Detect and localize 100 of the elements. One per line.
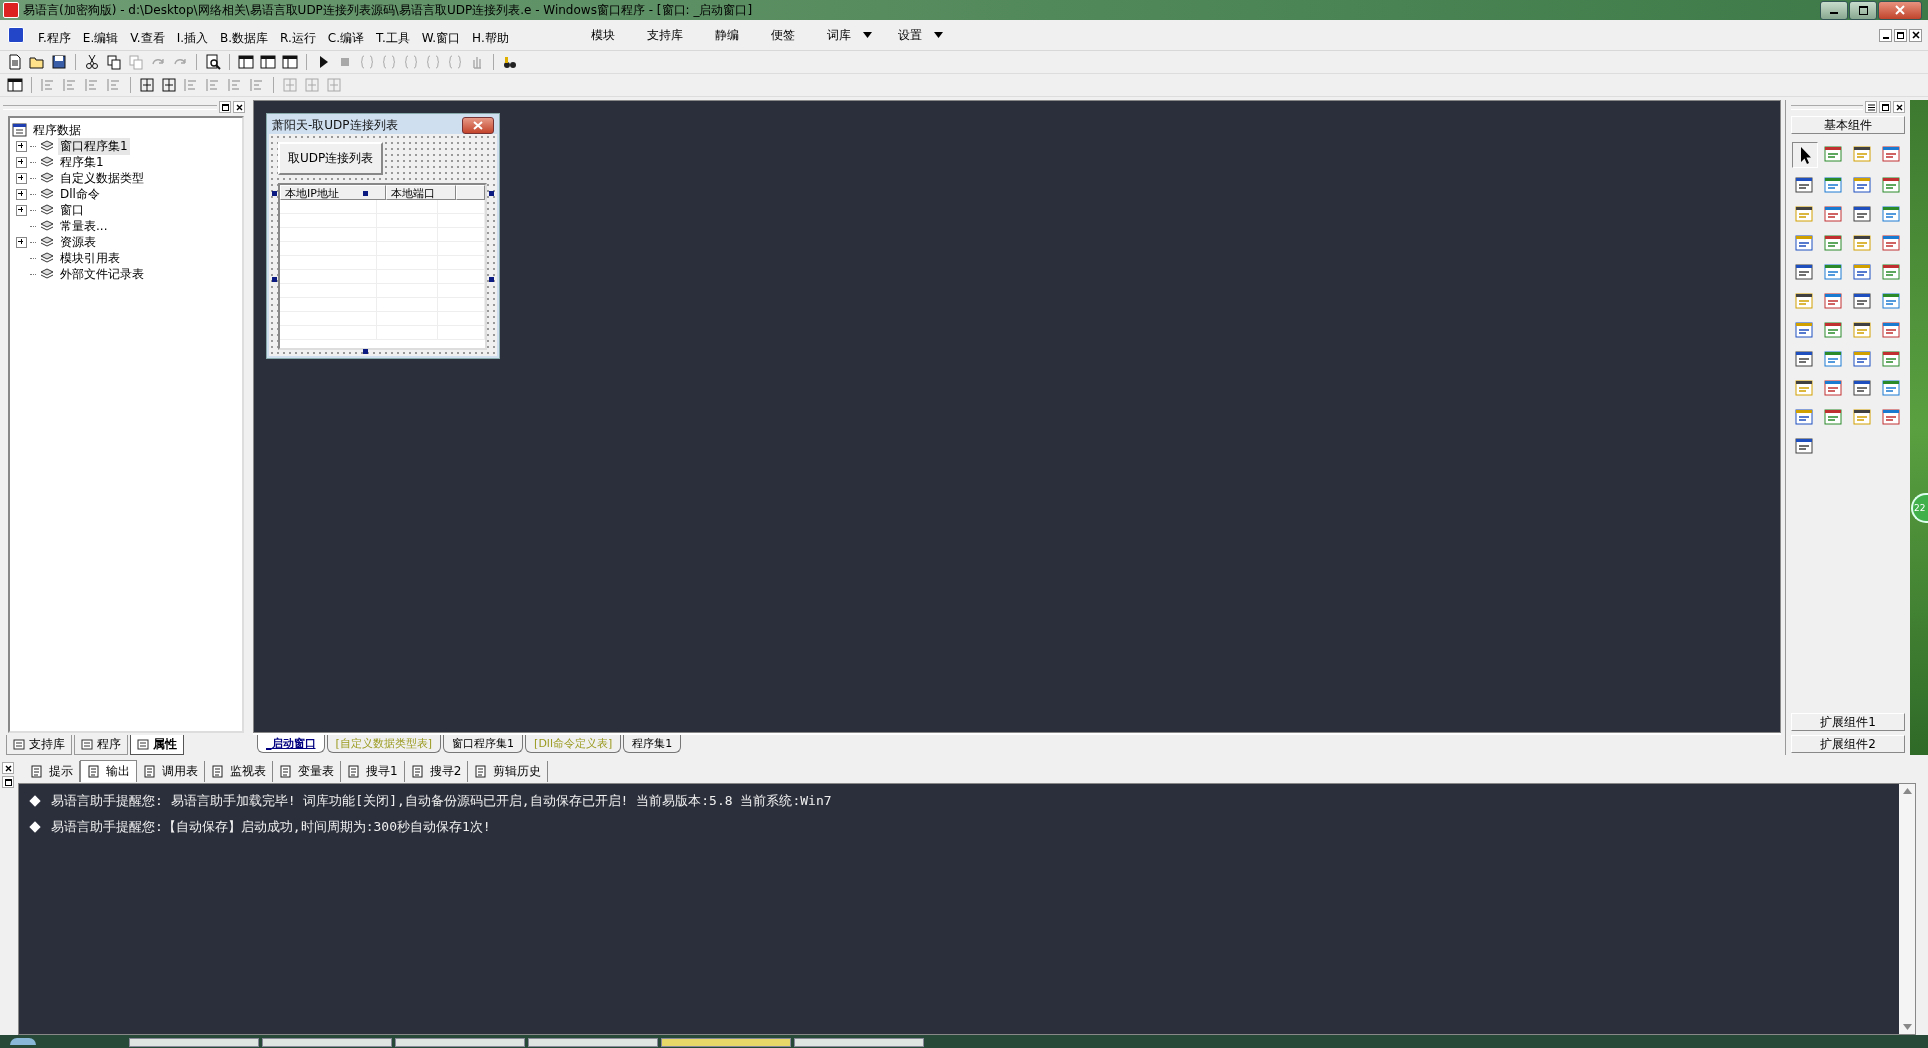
taskbar-button[interactable] bbox=[794, 1038, 924, 1047]
find-icon[interactable] bbox=[204, 53, 222, 71]
expand-icon[interactable] bbox=[16, 188, 27, 200]
layout-icon[interactable] bbox=[237, 53, 255, 71]
menu-item[interactable]: F.程序 bbox=[32, 29, 77, 47]
form-button[interactable]: 取UDP连接列表 bbox=[278, 142, 384, 175]
selection-handle[interactable] bbox=[363, 349, 368, 354]
tree-item[interactable]: 自定义数据类型 bbox=[58, 169, 146, 187]
document-tab[interactable]: 程序集1 bbox=[623, 735, 682, 753]
tree-item[interactable]: Dll命令 bbox=[58, 185, 102, 203]
close-button[interactable] bbox=[2, 762, 14, 774]
panel-tab[interactable]: 搜寻1 bbox=[341, 760, 405, 782]
expand-icon[interactable] bbox=[16, 140, 27, 152]
bullet-icon bbox=[29, 795, 41, 807]
start-button[interactable] bbox=[10, 1038, 36, 1045]
tree-item[interactable]: 模块引用表 bbox=[58, 249, 122, 267]
expand-icon[interactable] bbox=[16, 204, 27, 216]
minimize-button[interactable] bbox=[1820, 0, 1848, 20]
save-icon[interactable] bbox=[50, 53, 68, 71]
panel-tab[interactable]: 搜寻2 bbox=[404, 760, 469, 782]
selection-handle[interactable] bbox=[489, 191, 494, 196]
panel-tab[interactable]: 属性 bbox=[130, 735, 184, 755]
panel-tab[interactable]: 支持库 bbox=[6, 735, 72, 755]
app-logo-icon bbox=[8, 27, 24, 43]
menu-item[interactable]: H.帮助 bbox=[466, 29, 515, 47]
tree-item[interactable]: 资源表 bbox=[58, 233, 98, 251]
panel-tab[interactable]: 变量表 bbox=[273, 760, 341, 782]
taskbar-button[interactable] bbox=[395, 1038, 525, 1047]
panel-tab[interactable]: 监视表 bbox=[205, 760, 273, 782]
taskbar-button[interactable] bbox=[129, 1038, 259, 1047]
document-tab[interactable]: 窗口程序集1 bbox=[443, 735, 524, 753]
restore-button[interactable] bbox=[1894, 28, 1907, 42]
panel-tab[interactable]: 输出 bbox=[80, 760, 137, 782]
scrollbar[interactable] bbox=[1899, 784, 1915, 1034]
column-header[interactable] bbox=[456, 185, 485, 200]
menu-item[interactable]: 便签 bbox=[744, 26, 801, 44]
tab-icon bbox=[30, 764, 43, 778]
taskbar-button[interactable] bbox=[262, 1038, 392, 1047]
menu-item[interactable]: C.编译 bbox=[321, 29, 371, 47]
panel-tab[interactable]: 程序 bbox=[74, 735, 128, 755]
tree-item[interactable]: 程序集1 bbox=[58, 153, 106, 171]
menu-item[interactable]: V.查看 bbox=[124, 29, 171, 47]
minimize-button[interactable] bbox=[1879, 28, 1892, 42]
dropdown-arrow-icon[interactable] bbox=[862, 32, 872, 38]
dropdown-arrow-icon[interactable] bbox=[933, 32, 943, 38]
menu-item[interactable]: T.工具 bbox=[370, 29, 416, 47]
menu-item[interactable]: 词库 bbox=[800, 26, 857, 44]
scroll-up-icon[interactable] bbox=[1902, 788, 1912, 794]
toolbox-group-button[interactable]: 基本组件 bbox=[1791, 116, 1905, 134]
tree-item[interactable]: 程序数据 bbox=[31, 121, 83, 139]
cursor-icon[interactable] bbox=[1792, 142, 1818, 168]
panel-tab[interactable]: 剪辑历史 bbox=[468, 760, 549, 782]
close-button[interactable] bbox=[1893, 101, 1905, 113]
menu-item[interactable]: R.运行 bbox=[274, 29, 322, 47]
close-button[interactable] bbox=[233, 101, 245, 113]
selection-handle[interactable] bbox=[363, 191, 368, 196]
layout-icon[interactable] bbox=[259, 53, 277, 71]
toolbox-group-button[interactable]: 扩展组件1 bbox=[1791, 713, 1905, 731]
menu-item[interactable]: 设置 bbox=[871, 26, 928, 44]
selection-handle[interactable] bbox=[272, 277, 277, 282]
toolbox-group-button[interactable]: 扩展组件2 bbox=[1791, 735, 1905, 753]
tree-item[interactable]: 窗口程序集1 bbox=[58, 137, 130, 155]
new-file-icon[interactable] bbox=[6, 53, 24, 71]
close-button[interactable] bbox=[1878, 0, 1922, 20]
menu-item[interactable]: I.插入 bbox=[170, 29, 215, 47]
copy-icon[interactable] bbox=[105, 53, 123, 71]
scroll-down-icon[interactable] bbox=[1902, 1024, 1912, 1030]
selection-handle[interactable] bbox=[272, 191, 277, 196]
tree-item[interactable]: 外部文件记录表 bbox=[58, 265, 146, 283]
document-tab[interactable]: _启动窗口 bbox=[257, 735, 325, 753]
menu-button[interactable] bbox=[1865, 101, 1877, 113]
menu-item[interactable]: W.窗口 bbox=[415, 29, 467, 47]
tree-item[interactable]: 常量表... bbox=[58, 217, 110, 235]
panel-tab[interactable]: 调用表 bbox=[137, 760, 205, 782]
expand-icon[interactable] bbox=[16, 172, 27, 184]
form-icon[interactable] bbox=[6, 76, 24, 94]
output-message: 易语言助手提醒您: 易语言助手加载完毕! 词库功能[关闭],自动备份源码已开启,自动保存已开启! 当前易版本:5.8 当前系统:Win7 bbox=[51, 792, 832, 810]
menu-item[interactable]: E.编辑 bbox=[76, 29, 125, 47]
menu-item[interactable]: 静编 bbox=[688, 26, 745, 44]
close-button[interactable] bbox=[1909, 28, 1922, 42]
tab-icon bbox=[211, 764, 224, 778]
close-button[interactable] bbox=[462, 116, 494, 134]
taskbar-button[interactable] bbox=[528, 1038, 658, 1047]
expand-icon[interactable] bbox=[16, 156, 27, 168]
center-icon[interactable] bbox=[160, 76, 178, 94]
restore-button[interactable] bbox=[1879, 101, 1891, 113]
column-header[interactable]: 本地端口 bbox=[386, 185, 456, 200]
layout-icon[interactable] bbox=[281, 53, 299, 71]
column-header[interactable]: 本地IP地址 bbox=[280, 185, 386, 200]
menu-item[interactable]: 模块 bbox=[564, 26, 621, 44]
expand-icon[interactable] bbox=[16, 236, 27, 248]
menu-item[interactable]: 支持库 bbox=[620, 26, 689, 44]
tree-item[interactable]: 窗口 bbox=[58, 201, 86, 219]
cut-icon[interactable] bbox=[83, 53, 101, 71]
maximize-button[interactable] bbox=[1849, 0, 1877, 20]
restore-button[interactable] bbox=[2, 776, 14, 788]
menu-item[interactable]: B.数据库 bbox=[214, 29, 275, 47]
center-icon[interactable] bbox=[138, 76, 156, 94]
restore-button[interactable] bbox=[219, 101, 231, 113]
selection-handle[interactable] bbox=[489, 277, 494, 282]
